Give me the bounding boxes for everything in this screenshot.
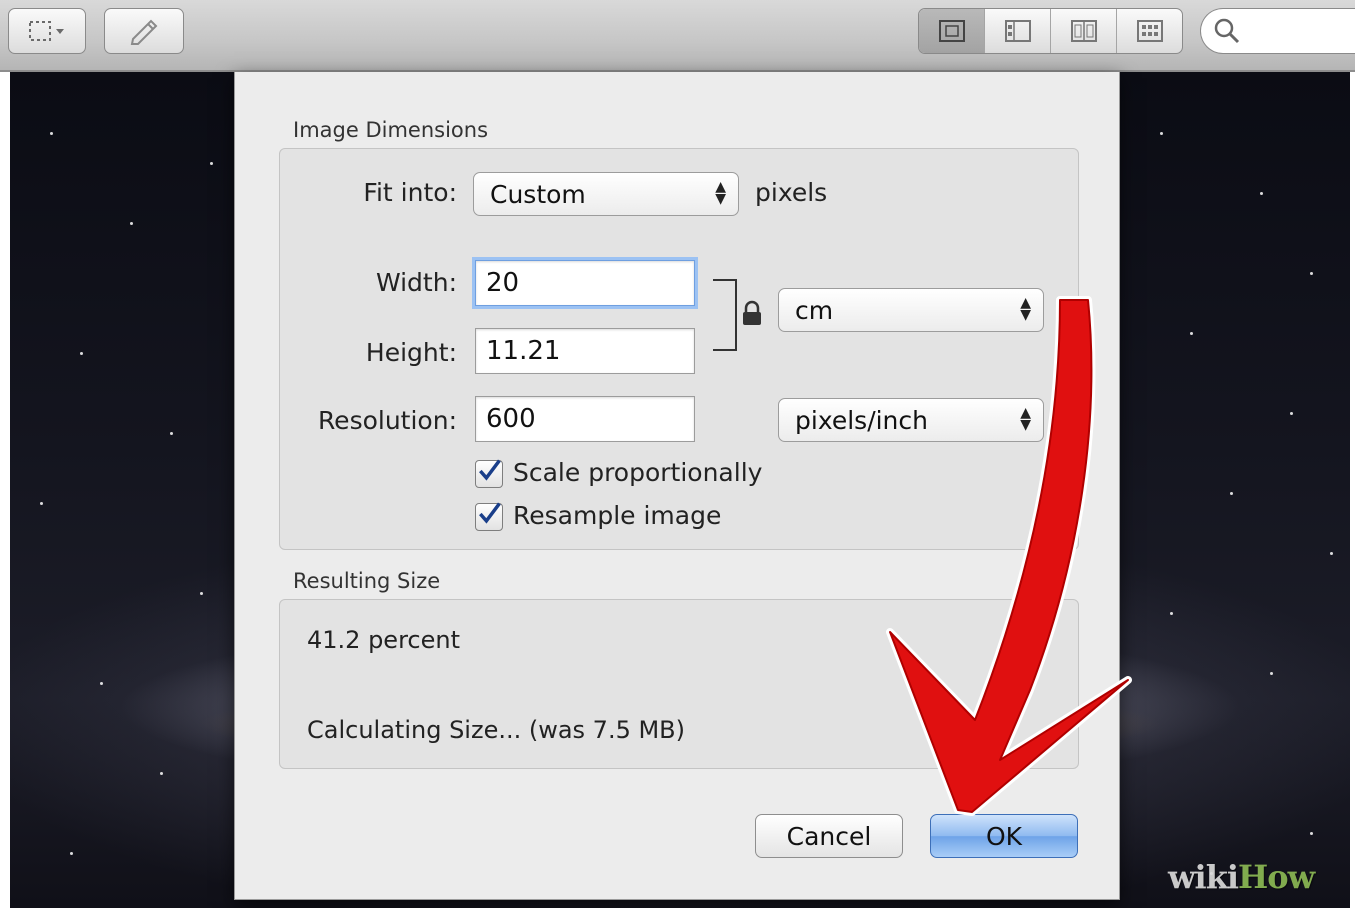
star <box>200 592 203 595</box>
checkmark-icon <box>479 459 501 481</box>
scale-proportionally-label: Scale proportionally <box>513 458 763 487</box>
resolution-unit-popup[interactable]: pixels/inch ▲ ▼ <box>778 398 1044 442</box>
annotate-button[interactable] <box>104 8 184 54</box>
view-contact-sheet-button[interactable] <box>1117 9 1182 53</box>
two-page-icon <box>1070 20 1097 42</box>
cancel-button[interactable]: Cancel <box>755 814 903 858</box>
star <box>1310 272 1313 275</box>
star <box>40 502 43 505</box>
view-thumbnails-button[interactable] <box>985 9 1051 53</box>
view-mode-segmented-control <box>918 8 1183 54</box>
selection-tool-button[interactable] <box>8 8 86 54</box>
ok-button[interactable]: OK <box>930 814 1078 858</box>
adjust-size-dialog: Image Dimensions Fit into: Custom ▲ ▼ pix… <box>234 72 1120 900</box>
fit-into-popup[interactable]: Custom ▲ ▼ <box>473 172 739 216</box>
sidebar-thumbnails-icon <box>1004 20 1031 42</box>
star <box>210 162 213 165</box>
star <box>1290 412 1293 415</box>
watermark-wiki: wiki <box>1168 858 1239 896</box>
popup-arrows-icon: ▲ ▼ <box>715 179 726 207</box>
star <box>170 432 173 435</box>
star <box>1160 132 1163 135</box>
star <box>1310 832 1313 835</box>
star <box>1230 492 1233 495</box>
resulting-size-title: Resulting Size <box>293 569 441 593</box>
resample-image-label: Resample image <box>513 501 722 530</box>
star <box>50 132 53 135</box>
grid-icon <box>1136 20 1163 42</box>
fit-into-value: Custom <box>490 179 586 209</box>
star <box>100 682 103 685</box>
star <box>1270 672 1273 675</box>
proportion-bracket <box>713 279 737 351</box>
pencil-icon <box>130 19 158 45</box>
star <box>130 222 133 225</box>
resolution-field[interactable]: 600 <box>475 396 695 442</box>
resample-image-checkbox[interactable] <box>475 502 503 531</box>
popup-arrows-icon: ▲ ▼ <box>1020 405 1031 433</box>
watermark-how: How <box>1238 858 1315 896</box>
star <box>1170 612 1173 615</box>
resolution-unit-value: pixels/inch <box>795 405 928 435</box>
scale-proportionally-checkbox[interactable] <box>475 459 503 488</box>
image-dimensions-title: Image Dimensions <box>293 118 489 142</box>
fit-into-unit-label: pixels <box>755 178 828 207</box>
size-unit-popup[interactable]: cm ▲ ▼ <box>778 288 1044 332</box>
search-icon <box>1214 18 1240 44</box>
star <box>1190 332 1193 335</box>
resulting-size-status: Calculating Size... (was 7.5 MB) <box>307 716 686 744</box>
height-field[interactable]: 11.21 <box>475 328 695 374</box>
toolbar <box>0 0 1355 72</box>
star <box>160 772 163 775</box>
size-unit-value: cm <box>795 295 834 325</box>
lock-icon[interactable] <box>741 300 763 326</box>
popup-arrows-icon: ▲ ▼ <box>1020 295 1031 323</box>
width-label: Width: <box>375 268 457 297</box>
star <box>80 352 83 355</box>
star <box>70 852 73 855</box>
selection-icon <box>29 21 64 41</box>
star <box>1330 552 1333 555</box>
resulting-percent: 41.2 percent <box>307 626 460 654</box>
star <box>1260 192 1263 195</box>
single-page-icon <box>938 20 965 42</box>
height-label: Height: <box>365 338 457 367</box>
search-field[interactable] <box>1200 8 1355 54</box>
width-field[interactable]: 20 <box>475 260 695 306</box>
checkmark-icon <box>479 502 501 524</box>
view-two-page-button[interactable] <box>1051 9 1117 53</box>
fit-into-label: Fit into: <box>363 178 457 207</box>
wikihow-watermark: wikiHow <box>1168 858 1315 896</box>
resolution-label: Resolution: <box>317 406 457 435</box>
view-single-page-button[interactable] <box>919 9 985 53</box>
